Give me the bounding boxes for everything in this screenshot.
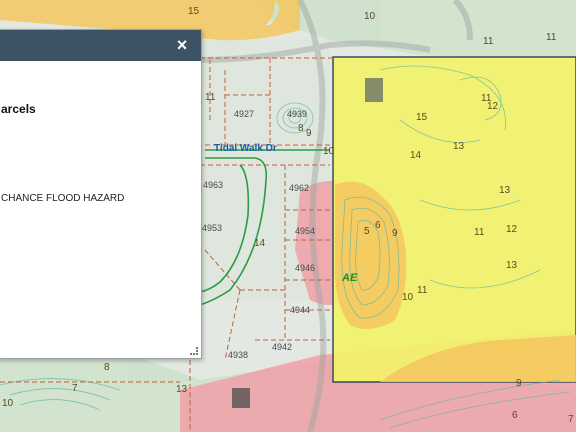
parcel-info-popup[interactable]: × arcels CHANCE FLOOD HAZARD [0,29,202,359]
flood-zone-description: CHANCE FLOOD HAZARD [1,193,125,204]
popup-body: arcels CHANCE FLOOD HAZARD [0,61,201,358]
building-footprint [365,78,383,102]
popup-header: × [0,30,201,61]
building-footprint [232,388,250,408]
popup-title: arcels [1,102,36,116]
close-button[interactable]: × [171,34,193,56]
resize-handle[interactable] [190,347,198,355]
